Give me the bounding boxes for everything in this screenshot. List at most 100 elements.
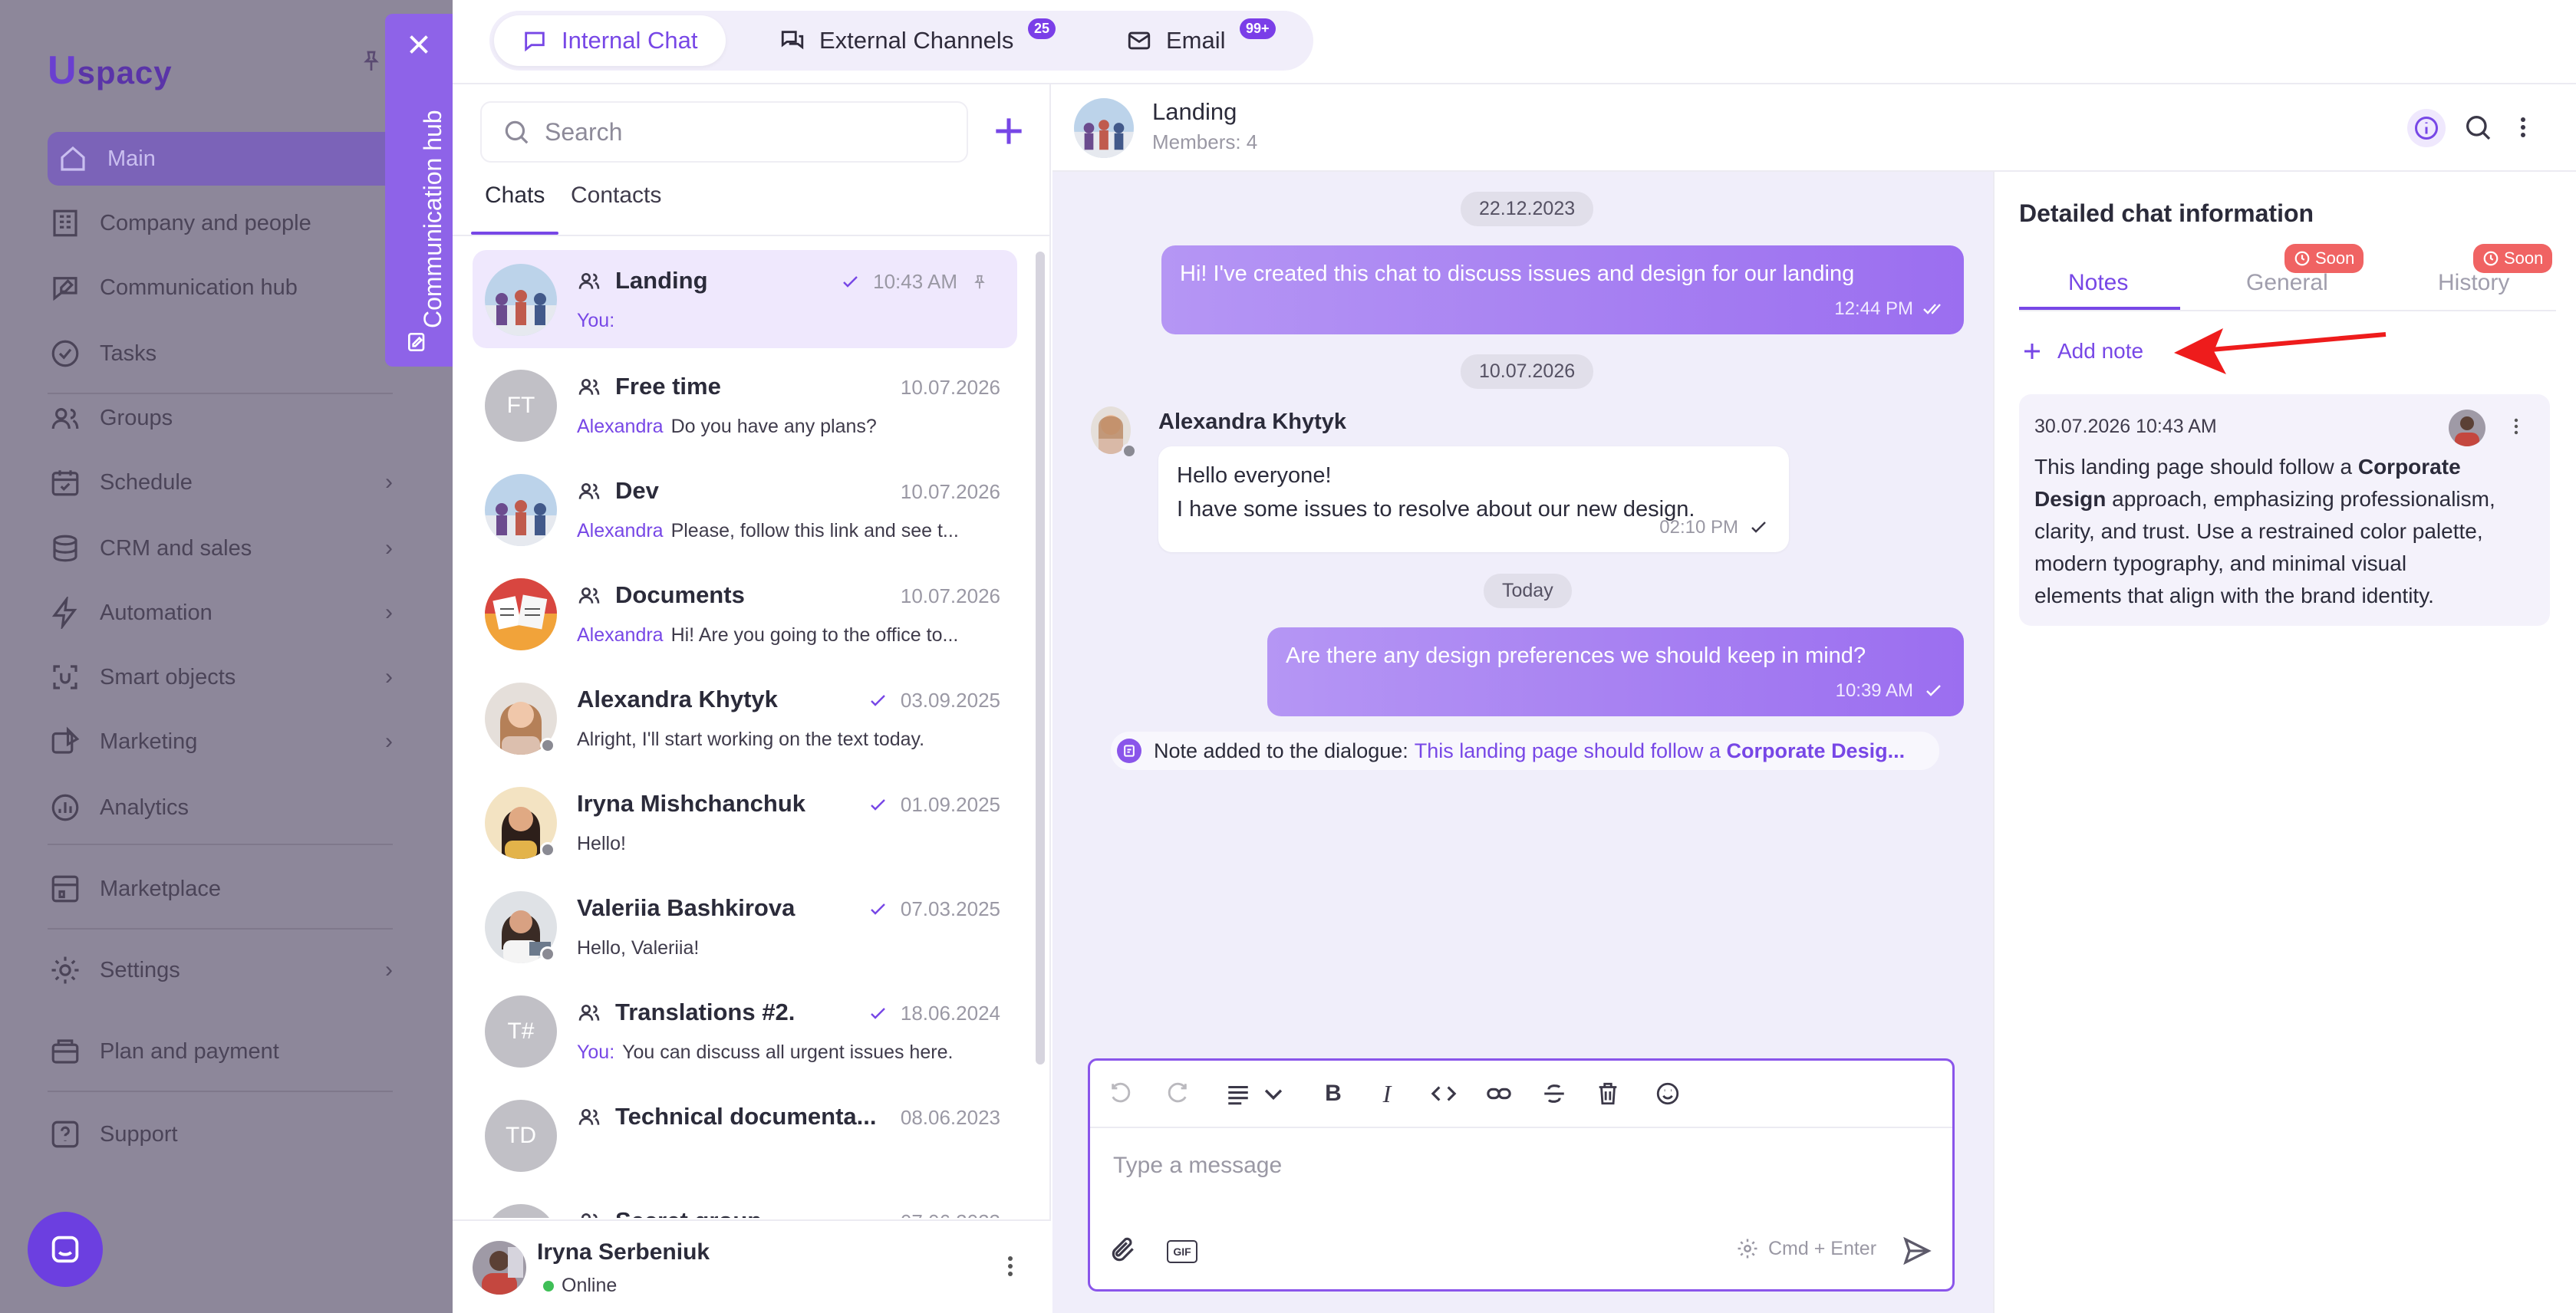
message-composer: B I Type a message GIF Cmd + Enter [1088,1058,1955,1292]
more-icon[interactable] [1006,1253,1025,1284]
tab-notes[interactable]: Notes [2068,270,2128,296]
sidebar-item-settings[interactable]: Settings › [48,943,393,997]
chat-list-item[interactable]: Documents 10.07.2026 Alexandra Hi! Are you … [473,564,1017,663]
status-indicator [540,738,555,753]
sidebar-item-smart-objects[interactable]: Smart objects › [48,650,393,704]
note-card[interactable]: 30.07.2026 10:43 AM This landing page sh… [2019,394,2550,626]
more-icon[interactable] [2519,114,2535,144]
add-note-button[interactable]: Add note [2021,339,2143,364]
plus-icon [996,118,1022,144]
support-chat-launcher[interactable] [28,1212,103,1287]
tab-email[interactable]: Email [1099,15,1253,66]
note-author-avatar[interactable] [2449,410,2485,446]
strikethrough-icon[interactable] [1538,1078,1570,1110]
sidebar-item-plan-and-payment[interactable]: Plan and payment [48,1025,393,1078]
app-logo[interactable]: Uspacy [48,48,173,94]
undo-icon[interactable] [1105,1078,1138,1110]
align-icon[interactable] [1222,1078,1254,1110]
system-note-message[interactable]: Note added to the dialogue: This landing… [1111,732,1939,770]
chat-list-item[interactable]: Dev 10.07.2026 Alexandra Please, follow thi… [473,460,1017,558]
message-outgoing[interactable]: Are there any design preferences we shou… [1267,627,1964,716]
chat-list-item[interactable]: TD Technical documenta... 08.06.2023 [473,1086,1017,1184]
date-separator: 10.07.2026 [1461,354,1594,389]
company-icon [48,206,83,241]
smart-objects-icon [48,660,83,695]
sidebar-item-groups[interactable]: Groups [48,391,393,445]
avatar[interactable] [473,1241,526,1295]
sidebar-item-support[interactable]: Support [48,1107,393,1161]
chat-bubble-icon [51,1236,79,1263]
search-input[interactable]: Search [480,101,968,163]
close-icon[interactable] [405,31,433,58]
sidebar-item-marketplace[interactable]: Marketplace [48,862,393,916]
gif-icon[interactable]: GIF [1167,1240,1197,1263]
avatar [485,578,557,650]
chat-title: Translations #2. [615,999,796,1025]
send-settings[interactable]: Cmd + Enter [1736,1237,1876,1260]
trash-icon[interactable] [1592,1078,1624,1110]
sidebar-item-automation[interactable]: Automation › [48,586,393,640]
lightning-icon [48,595,83,630]
calendar-icon [48,465,83,500]
sidebar-item-communication-hub[interactable]: Communication hub› [48,261,393,314]
code-icon[interactable] [1428,1078,1460,1110]
add-chat-button[interactable] [990,112,1028,150]
chat-list-item[interactable]: Alexandra Khytyk 03.09.2025 Alright, I'll … [473,669,1017,767]
chat-time: 10.07.2026 [900,480,1000,503]
message-incoming[interactable]: Hello everyone! I have some issues to re… [1158,446,1789,552]
date-separator: Today [1484,574,1572,608]
tab-history[interactable]: History [2438,270,2509,296]
chevron-down-icon[interactable] [1257,1078,1290,1110]
status-indicator [540,946,555,962]
check-icon [871,903,885,915]
emoji-icon[interactable] [1652,1078,1684,1110]
preview-text: Hello! [577,833,626,854]
chat-list-item[interactable]: FT Free time 10.07.2026 Alexandra Do you hav… [473,356,1017,454]
chat-title: Landing [615,267,708,294]
groups-icon [48,400,83,436]
tab-internal-chat[interactable]: Internal Chat [494,15,726,66]
italic-icon[interactable]: I [1371,1078,1403,1110]
info-icon [2415,117,2438,140]
sidebar-item-company-and-people[interactable]: Company and people› [48,196,393,250]
bold-icon[interactable]: B [1317,1078,1349,1110]
more-icon[interactable] [2513,416,2525,440]
chat-title: Valeriia Bashkirova [577,894,796,921]
tab-general[interactable]: General [2246,270,2328,296]
tab-external-channels[interactable]: External Channels [752,15,1041,66]
check-icon [1751,522,1766,533]
sidebar-item-crm-and-sales[interactable]: CRM and sales › [48,522,393,575]
info-button[interactable] [2407,109,2446,147]
chat-list-item[interactable]: Valeriia Bashkirova 07.03.2025 Hello, Vale… [473,877,1017,976]
soon-badge: Soon [2284,244,2364,273]
chat-avatar[interactable] [1074,98,1134,158]
chat-time: 10.07.2026 [900,584,1000,607]
tab-chats[interactable]: Chats [485,183,545,209]
redo-icon[interactable] [1161,1078,1193,1110]
link-icon[interactable] [1483,1078,1515,1110]
pin-icon[interactable] [359,49,382,77]
sidebar-item-tasks[interactable]: Tasks [48,327,393,380]
chat-list-item[interactable]: T# Translations #2. 18.06.2024 You: You can … [473,982,1017,1080]
chat-list-item[interactable]: SG Secret group 07.06.2023 [473,1190,1017,1218]
sidebar-item-marketing[interactable]: Marketing › [48,715,393,768]
message-outgoing[interactable]: Hi! I've created this chat to discuss is… [1161,245,1964,334]
send-button[interactable] [1902,1236,1935,1269]
chat-title: Landing [1152,98,1237,125]
avatar: FT [485,370,557,442]
sidebar-item-schedule[interactable]: Schedule › [48,456,393,509]
chat-list-scrollbar[interactable] [1036,252,1045,1065]
message-input[interactable]: Type a message [1113,1153,1282,1179]
gear-icon [1738,1239,1757,1259]
analytics-icon [48,790,83,825]
attach-icon[interactable] [1108,1236,1139,1266]
chat-list-item[interactable]: Iryna Mishchanchuk 01.09.2025 Hello! [473,773,1017,871]
details-title: Detailed chat information [2019,199,2314,227]
communication-hub-tab[interactable]: Communication hub [385,14,453,367]
tab-contacts[interactable]: Contacts [571,183,661,209]
chat-members: Members: 4 [1152,130,1258,153]
chat-list-item[interactable]: Landing 10:43 AM You: [473,250,1017,348]
sidebar-item-analytics[interactable]: Analytics [48,781,393,834]
search-in-chat-button[interactable] [2462,112,2496,146]
preview-text: Hi! Are you going to the office to... [670,624,959,646]
